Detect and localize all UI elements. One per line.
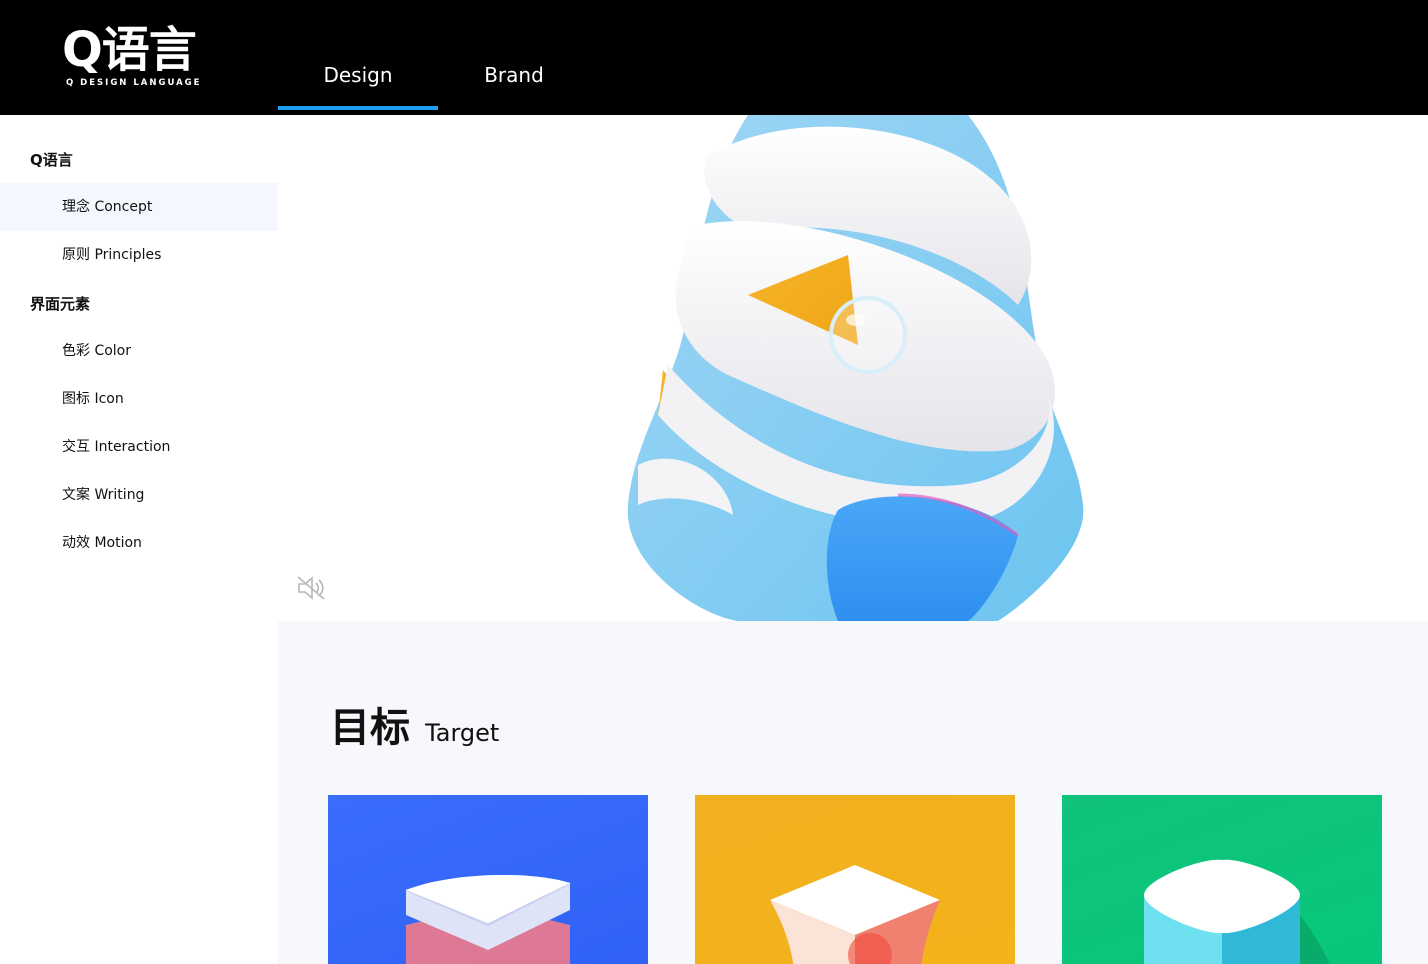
- logo-title: Q语言: [62, 22, 197, 78]
- active-tab-indicator: [278, 106, 438, 110]
- sidebar-item-motion[interactable]: 动效 Motion: [0, 519, 278, 567]
- top-header: Q语言 Q DESIGN LANGUAGE Design Brand: [0, 0, 1428, 115]
- sidebar-item-label: 交互 Interaction: [62, 439, 171, 455]
- tab-brand[interactable]: Brand: [438, 60, 590, 90]
- speaker-muted-icon[interactable]: [296, 575, 326, 601]
- section-title-cn: 目标: [330, 705, 410, 751]
- sidebar-item-principles[interactable]: 原则 Principles: [0, 231, 278, 279]
- sidebar: Q语言 理念 Concept 原则 Principles 界面元素 色彩 Col…: [0, 115, 278, 964]
- sidebar-group-interface-elements: 界面元素: [30, 295, 91, 313]
- sidebar-item-label: 文案 Writing: [62, 487, 145, 503]
- target-card-yellow[interactable]: [695, 795, 1015, 964]
- sidebar-item-label: 理念 Concept: [62, 199, 153, 215]
- target-card-green[interactable]: [1062, 795, 1382, 964]
- target-section: 目标 Target: [278, 621, 1428, 964]
- sidebar-group-q-language: Q语言: [30, 151, 73, 169]
- section-title-en: Target: [425, 719, 500, 747]
- sidebar-item-label: 原则 Principles: [62, 247, 162, 263]
- rounded-cube-illustration: [1144, 859, 1330, 964]
- hero-video[interactable]: [278, 115, 1428, 621]
- section-title: 目标 Target: [330, 695, 499, 753]
- sidebar-item-writing[interactable]: 文案 Writing: [0, 471, 278, 519]
- target-card-blue[interactable]: [328, 795, 648, 964]
- penguin-illustration: [627, 115, 1084, 621]
- sidebar-item-label: 图标 Icon: [62, 391, 124, 407]
- sidebar-item-color[interactable]: 色彩 Color: [0, 327, 278, 375]
- layered-slab-illustration: [405, 874, 571, 964]
- sidebar-item-icon[interactable]: 图标 Icon: [0, 375, 278, 423]
- sidebar-item-label: 色彩 Color: [62, 343, 132, 359]
- sidebar-item-concept[interactable]: 理念 Concept: [0, 183, 278, 231]
- sidebar-item-interaction[interactable]: 交互 Interaction: [0, 423, 278, 471]
- sidebar-item-label: 动效 Motion: [62, 535, 142, 551]
- tab-design[interactable]: Design: [278, 60, 438, 90]
- logo-subtitle: Q DESIGN LANGUAGE: [66, 78, 202, 88]
- q-design-logo[interactable]: Q语言 Q DESIGN LANGUAGE: [62, 22, 199, 92]
- folded-cube-illustration: [770, 865, 940, 964]
